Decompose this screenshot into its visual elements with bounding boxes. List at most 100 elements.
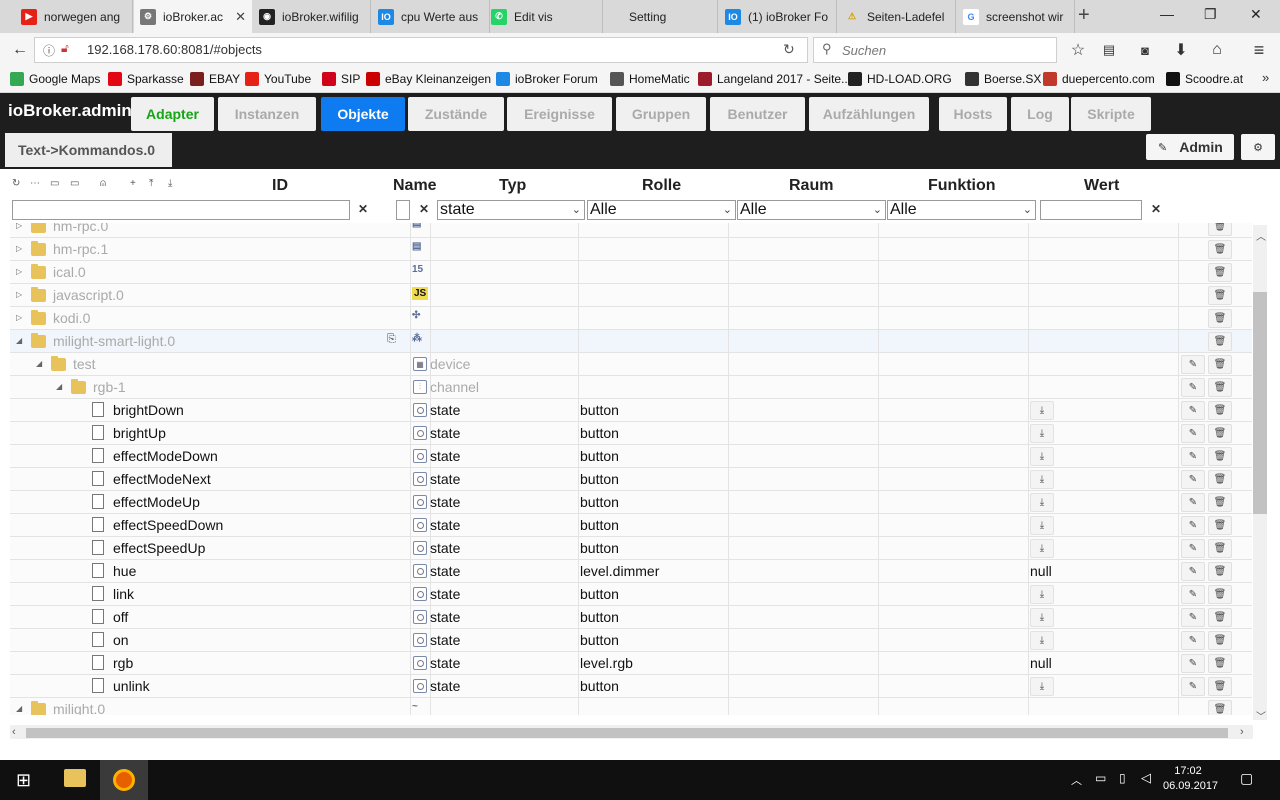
table-row[interactable]: effectModeDown state button ⤓ ✎ 🗑︎ xyxy=(10,445,1252,468)
table-row[interactable]: rgb state level.rgb null ✎ 🗑︎ xyxy=(10,652,1252,675)
delete-button[interactable]: 🗑︎ xyxy=(1208,493,1232,512)
horizontal-scroll-thumb[interactable] xyxy=(26,728,1228,738)
menu-tab-objekte[interactable]: Objekte xyxy=(321,97,405,131)
bookmark-item[interactable]: SIP xyxy=(322,72,360,86)
delete-button[interactable]: 🗑︎ xyxy=(1208,223,1232,236)
edit-button[interactable]: ✎ xyxy=(1181,608,1205,627)
notification-icon[interactable]: ▢ xyxy=(1240,770,1253,787)
table-row[interactable]: ◢ milight-smart-light.0 ⎘ ⁂ 🗑︎ xyxy=(10,330,1252,353)
window-close-icon[interactable]: ✕ xyxy=(1250,6,1262,23)
press-button[interactable]: ⤓ xyxy=(1030,447,1054,466)
delete-button[interactable]: 🗑︎ xyxy=(1208,401,1232,420)
bookmark-item[interactable]: eBay Kleinanzeigen xyxy=(366,72,491,86)
user-icon[interactable]: ⍝ xyxy=(100,178,106,189)
column-id[interactable]: ID xyxy=(272,177,288,195)
url-text[interactable]: 192.168.178.60:8081/#objects xyxy=(87,42,262,57)
windows-start-icon[interactable]: ⊞ xyxy=(16,770,31,791)
edit-button[interactable]: ✎ xyxy=(1181,677,1205,696)
tray-chevron-icon[interactable]: ︿ xyxy=(1071,772,1082,788)
pocket-icon[interactable]: ◙ xyxy=(1133,39,1157,61)
expanded-triangle-icon[interactable]: ◢ xyxy=(36,359,42,368)
battery-icon[interactable]: ▭ xyxy=(1095,771,1106,785)
volume-icon[interactable]: ◁ xyxy=(1141,770,1151,786)
bookmark-item[interactable]: Google Maps xyxy=(10,72,100,86)
settings-button[interactable]: ⚙ xyxy=(1241,134,1275,160)
rolle-filter-select[interactable]: Alle ⌄ xyxy=(587,200,736,220)
edit-button[interactable]: ✎ xyxy=(1181,470,1205,489)
browser-tab[interactable]: ⚠ Seiten-Ladefel xyxy=(838,0,956,33)
network-icon[interactable]: ▯ xyxy=(1119,771,1126,785)
url-bar[interactable]: ⓘ 🔓︎ 192.168.178.60:8081/#objects ↻ xyxy=(34,37,808,63)
edit-button[interactable]: ✎ xyxy=(1181,378,1205,397)
upload-icon[interactable]: ⤒ xyxy=(149,178,153,189)
delete-button[interactable]: 🗑︎ xyxy=(1208,378,1232,397)
download-icon[interactable]: ⬇ xyxy=(1169,39,1193,61)
clear-name-filter-icon[interactable]: ✕ xyxy=(419,202,429,216)
bookmark-item[interactable]: Boerse.SX xyxy=(965,72,1041,86)
collapsed-triangle-icon[interactable]: ▷ xyxy=(16,290,22,299)
table-row[interactable]: off state button ⤓ ✎ 🗑︎ xyxy=(10,606,1252,629)
edit-button[interactable]: ✎ xyxy=(1181,562,1205,581)
table-row[interactable]: ▷ hm-rpc.1 ▤ 🗑︎ xyxy=(10,238,1252,261)
menu-tab-instanzen[interactable]: Instanzen xyxy=(218,97,316,131)
bookmark-star-icon[interactable]: ☆ xyxy=(1066,39,1090,61)
reload-icon[interactable]: ↻ xyxy=(783,41,795,58)
menu-tab-ereignisse[interactable]: Ereignisse xyxy=(507,97,612,131)
collapsed-triangle-icon[interactable]: ▷ xyxy=(16,223,22,230)
edit-button[interactable]: ✎ xyxy=(1181,355,1205,374)
bookmark-item[interactable]: Scoodre.at xyxy=(1166,72,1243,86)
delete-button[interactable]: 🗑︎ xyxy=(1208,654,1232,673)
bookmark-item[interactable]: Sparkasse xyxy=(108,72,184,86)
table-row[interactable]: brightDown state button ⤓ ✎ 🗑︎ xyxy=(10,399,1252,422)
table-row[interactable]: hue state level.dimmer null ✎ 🗑︎ xyxy=(10,560,1252,583)
table-row[interactable]: ▷ hm-rpc.0 ▤ 🗑︎ xyxy=(10,223,1252,238)
table-row[interactable]: effectSpeedUp state button ⤓ ✎ 🗑︎ xyxy=(10,537,1252,560)
press-button[interactable]: ⤓ xyxy=(1030,631,1054,650)
expanded-triangle-icon[interactable]: ◢ xyxy=(16,336,22,345)
delete-button[interactable]: 🗑︎ xyxy=(1208,700,1232,715)
press-button[interactable]: ⤓ xyxy=(1030,470,1054,489)
table-row[interactable]: on state button ⤓ ✎ 🗑︎ xyxy=(10,629,1252,652)
clear-wert-filter-icon[interactable]: ✕ xyxy=(1151,202,1161,216)
typ-filter-select[interactable]: state ⌄ xyxy=(437,200,585,220)
menu-icon[interactable]: ≡ xyxy=(1247,39,1271,61)
id-filter-input[interactable] xyxy=(12,200,350,220)
delete-button[interactable]: 🗑︎ xyxy=(1208,677,1232,696)
browser-tab[interactable]: ▶ norwegen ang xyxy=(15,0,133,33)
refresh-icon[interactable]: ↻ xyxy=(12,178,20,189)
table-row[interactable]: ▷ ical.0 15 🗑︎ xyxy=(10,261,1252,284)
browser-tab[interactable]: ◉ ioBroker.wifilig xyxy=(253,0,371,33)
reading-list-icon[interactable]: ▤ xyxy=(1097,39,1121,61)
bookmark-item[interactable]: Langeland 2017 - Seite... xyxy=(698,72,851,86)
collapse-folders-icon[interactable]: ▭ xyxy=(50,178,59,189)
press-button[interactable]: ⤓ xyxy=(1030,677,1054,696)
edit-button[interactable]: ✎ xyxy=(1181,401,1205,420)
taskbar-clock[interactable]: 17:02 06.09.2017 xyxy=(1163,764,1218,794)
column-wert[interactable]: Wert xyxy=(1084,177,1119,195)
search-field[interactable]: ⚲ Suchen xyxy=(813,37,1057,63)
table-row[interactable]: ▷ kodi.0 ✣ 🗑︎ xyxy=(10,307,1252,330)
new-tab-icon[interactable]: + xyxy=(1078,4,1090,27)
wert-filter-input[interactable] xyxy=(1040,200,1142,220)
bookmark-item[interactable]: EBAY xyxy=(190,72,240,86)
delete-button[interactable]: 🗑︎ xyxy=(1208,424,1232,443)
edit-button[interactable]: ✎ xyxy=(1181,516,1205,535)
bookmark-item[interactable]: HD-LOAD.ORG xyxy=(848,72,952,86)
file-explorer-icon[interactable] xyxy=(64,769,86,787)
press-button[interactable]: ⤓ xyxy=(1030,516,1054,535)
bookmark-item[interactable]: duepercento.com xyxy=(1043,72,1155,86)
collapsed-triangle-icon[interactable]: ▷ xyxy=(16,244,22,253)
scroll-up-icon[interactable]: ︿ xyxy=(1256,228,1266,243)
table-row[interactable]: effectModeNext state button ⤓ ✎ 🗑︎ xyxy=(10,468,1252,491)
download-objects-icon[interactable]: ⤓ xyxy=(168,178,172,189)
menu-tab-adapter[interactable]: Adapter xyxy=(131,97,214,131)
press-button[interactable]: ⤓ xyxy=(1030,493,1054,512)
delete-button[interactable]: 🗑︎ xyxy=(1208,447,1232,466)
menu-tab-log[interactable]: Log xyxy=(1011,97,1069,131)
delete-button[interactable]: 🗑︎ xyxy=(1208,516,1232,535)
raum-filter-select[interactable]: Alle ⌄ xyxy=(737,200,886,220)
expand-folders-icon[interactable]: ▭ xyxy=(70,178,79,189)
scroll-right-icon[interactable]: › xyxy=(1240,726,1244,738)
press-button[interactable]: ⤓ xyxy=(1030,401,1054,420)
table-row[interactable]: unlink state button ⤓ ✎ 🗑︎ xyxy=(10,675,1252,698)
